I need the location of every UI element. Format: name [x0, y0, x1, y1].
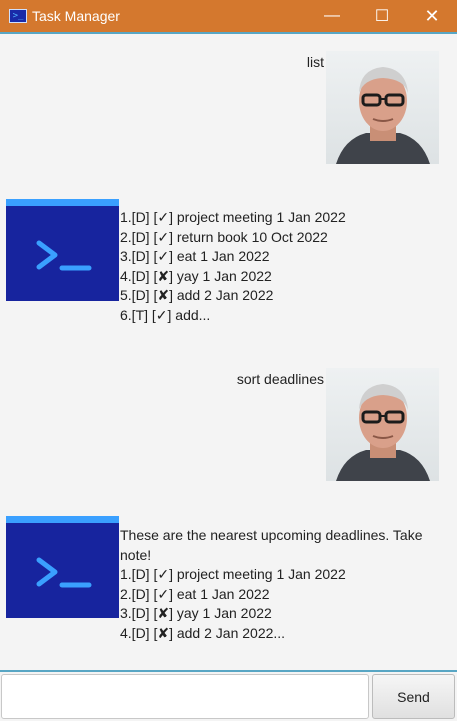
window-controls: — ☐ ✕	[307, 0, 457, 32]
task-line: 2.[D] [✓] return book 10 Oct 2022	[120, 228, 328, 245]
maximize-button[interactable]: ☐	[357, 0, 407, 32]
terminal-icon	[36, 557, 92, 588]
minimize-button[interactable]: —	[307, 0, 357, 32]
user-avatar	[326, 368, 439, 481]
task-line: 6.[T] [✓] add...	[120, 306, 211, 323]
close-button[interactable]: ✕	[407, 0, 457, 32]
bot-avatar	[6, 199, 119, 301]
chat-area[interactable]: list 1.[D] [✓] project meeting 1 Jan 202…	[0, 34, 457, 670]
user-message-text: sort deadlines	[236, 371, 324, 387]
task-line: 4.[D] [✘] yay 1 Jan 2022	[120, 267, 272, 284]
bot-message-text: 1.[D] [✓] project meeting 1 Jan 2022 2.[…	[120, 208, 450, 326]
terminal-app-icon: >_	[9, 9, 27, 23]
task-line: 2.[D] [✓] eat 1 Jan 2022	[120, 585, 270, 602]
user-avatar	[326, 51, 439, 164]
message-input[interactable]	[1, 674, 369, 719]
title-bar: >_ Task Manager — ☐ ✕	[0, 0, 457, 32]
bot-avatar	[6, 516, 119, 618]
user-message-text: list	[306, 54, 324, 70]
task-line: 4.[D] [✘] add 2 Jan 2022...	[120, 624, 286, 641]
task-line: 3.[D] [✓] eat 1 Jan 2022	[120, 248, 270, 265]
task-line: 1.[D] [✓] project meeting 1 Jan 2022	[120, 566, 346, 583]
window-title: Task Manager	[32, 8, 120, 24]
task-line: 5.[D] [✘] add 2 Jan 2022	[120, 287, 274, 304]
send-button[interactable]: Send	[372, 674, 455, 719]
task-line: 3.[D] [✘] yay 1 Jan 2022	[120, 605, 272, 622]
bot-intro-text: These are the nearest upcoming deadlines…	[120, 527, 423, 563]
terminal-icon	[36, 240, 92, 271]
input-bar: Send	[0, 672, 457, 721]
bot-message-text: These are the nearest upcoming deadlines…	[120, 526, 425, 644]
task-line: 1.[D] [✓] project meeting 1 Jan 2022	[120, 209, 346, 225]
